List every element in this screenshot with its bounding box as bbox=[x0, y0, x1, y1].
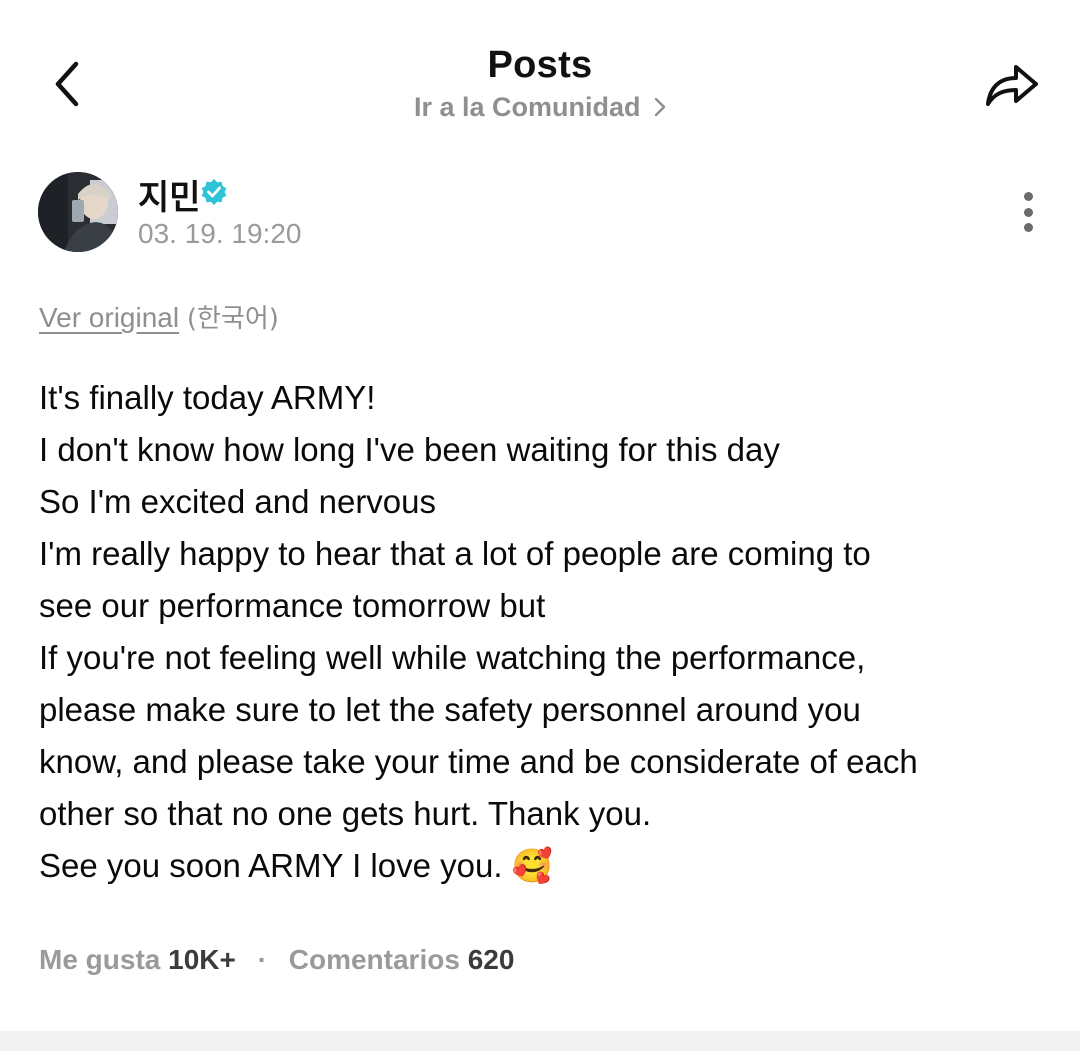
share-button[interactable] bbox=[976, 52, 1048, 116]
more-options-button[interactable] bbox=[1008, 186, 1048, 238]
author-avatar[interactable] bbox=[38, 172, 118, 252]
post-content: It's finally today ARMY! I don't know ho… bbox=[39, 372, 1049, 892]
stats-separator: · bbox=[257, 944, 267, 975]
author-name[interactable]: 지민 bbox=[138, 170, 201, 219]
post-line: other so that no one gets hurt. Thank yo… bbox=[39, 795, 652, 832]
view-original-link[interactable]: Ver original bbox=[39, 302, 179, 333]
community-link-label: Ir a la Comunidad bbox=[413, 92, 641, 122]
post-stats: Me gusta 10K+ · Comentarios 620 bbox=[39, 944, 514, 976]
post-line: I'm really happy to hear that a lot of p… bbox=[39, 535, 871, 572]
verified-badge-icon bbox=[201, 179, 227, 205]
more-dots-icon bbox=[1023, 207, 1033, 217]
section-divider bbox=[0, 1031, 1080, 1051]
post-line: See you soon ARMY I love you. 🥰 bbox=[39, 847, 553, 884]
post-line: please make sure to let the safety perso… bbox=[39, 691, 861, 728]
more-dots-icon bbox=[1023, 192, 1033, 201]
comments-label: Comentarios bbox=[288, 944, 460, 975]
more-dots-icon bbox=[1023, 223, 1033, 232]
top-bar: Posts Ir a la Comunidad bbox=[0, 0, 1080, 150]
post-timestamp: 03. 19. 19:20 bbox=[138, 218, 302, 249]
likes-label: Me gusta bbox=[39, 944, 161, 975]
comments-link[interactable]: Comentarios 620 bbox=[289, 944, 515, 975]
chevron-right-icon bbox=[654, 97, 666, 117]
comments-count: 620 bbox=[467, 944, 515, 975]
likes-count: 10K+ bbox=[168, 944, 236, 975]
post-line: So I'm excited and nervous bbox=[39, 483, 437, 520]
share-arrow-icon bbox=[986, 65, 1038, 106]
post-line: I don't know how long I've been waiting … bbox=[39, 431, 780, 468]
post-line: know, and please take your time and be c… bbox=[39, 743, 918, 780]
avatar-image bbox=[38, 172, 118, 252]
post-line: If you're not feeling well while watchin… bbox=[39, 639, 866, 676]
original-language-label: (한국어) bbox=[186, 304, 279, 334]
likes-link[interactable]: Me gusta 10K+ bbox=[39, 944, 244, 975]
post-line: It's finally today ARMY! bbox=[39, 379, 376, 416]
page-title: Posts bbox=[487, 44, 593, 86]
translation-notice: Ver original (한국어) bbox=[39, 298, 279, 335]
go-to-community-link[interactable]: Ir a la Comunidad bbox=[0, 92, 1080, 123]
post-line: see our performance tomorrow but bbox=[39, 587, 546, 624]
